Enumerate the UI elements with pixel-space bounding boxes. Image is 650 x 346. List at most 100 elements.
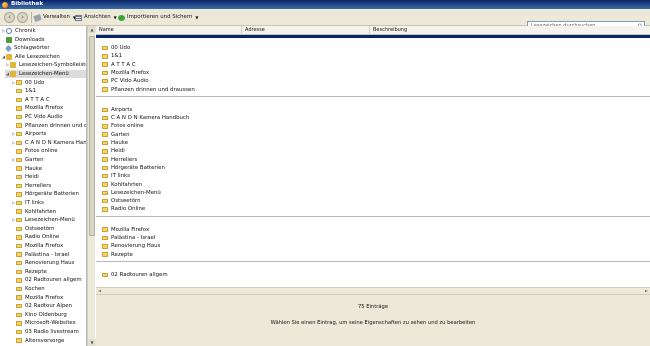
sidebar-item-bookmark-folder[interactable]: ◢ Lesezeichen-Menü: [5, 70, 86, 78]
sidebar-folder-item[interactable]: ▷ Airports: [11, 130, 46, 138]
sidebar-folder-item[interactable]: Mozilla Firefox: [11, 242, 63, 250]
organize-button[interactable]: Verwalten ▼: [33, 13, 76, 22]
folder-icon: [102, 207, 108, 212]
column-header-description[interactable]: Beschreibung: [370, 26, 650, 35]
bookmark-folder-row[interactable]: Airports: [96, 106, 650, 114]
import-label: Importieren und Sichern: [127, 14, 193, 20]
bookmark-folder-row[interactable]: Radio Online: [96, 205, 650, 213]
bookmark-folder-row[interactable]: C A N O N Kamera Handbuch: [96, 114, 650, 122]
dropdown-arrow-icon: ▼: [195, 15, 199, 20]
sidebar-folder-item[interactable]: Mozilla Firefox: [11, 294, 63, 302]
sidebar-item-label: Herrellers: [25, 182, 52, 189]
bookmark-folder-row[interactable]: Heidi: [96, 147, 650, 155]
bookmark-folder-icon: [10, 71, 16, 77]
sidebar-item-label: Kohlfahrten: [25, 208, 57, 215]
sidebar-folder-item[interactable]: Palästina - Israel: [11, 251, 69, 259]
sidebar-folder-item[interactable]: PC Vido Audio: [11, 113, 63, 121]
folder-icon: [102, 54, 108, 59]
scrollbar-thumb[interactable]: [89, 36, 95, 236]
sidebar-item-bookmark-folder[interactable]: ▷ Lesezeichen-Symbolleiste: [5, 61, 86, 69]
import-backup-icon: [118, 14, 125, 21]
sidebar-folder-item[interactable]: 02 Radtouren allgem: [11, 276, 82, 284]
sidebar-folder-item[interactable]: 1&1: [11, 87, 36, 95]
toolbar-separator: [31, 12, 32, 23]
selected-row[interactable]: [96, 35, 650, 38]
sidebar-folder-item[interactable]: Heidi: [11, 173, 39, 181]
column-header-address[interactable]: Adresse: [242, 26, 370, 35]
sidebar-scrollbar[interactable]: ▲ ▼: [87, 26, 96, 346]
sidebar-folder-item[interactable]: ▷ IT links: [11, 199, 44, 207]
sidebar-folder-item[interactable]: Radio Online: [11, 233, 59, 241]
bookmark-folder-row[interactable]: Kohlfahrten: [96, 181, 650, 189]
folder-icon: [16, 217, 22, 223]
sidebar-folder-item[interactable]: Fotos online: [11, 147, 58, 155]
column-header-bar: Name Adresse Beschreibung: [96, 26, 650, 35]
bookmark-folder-row[interactable]: 02 Radtouren allgem: [96, 271, 650, 279]
views-button[interactable]: Ansichten ▼: [75, 13, 117, 22]
bookmark-separator[interactable]: [96, 260, 650, 262]
sidebar-folder-item[interactable]: Herrellers: [11, 182, 51, 190]
bookmark-folder-row[interactable]: Ostseetörn: [96, 197, 650, 205]
sidebar-folder-item[interactable]: ▷ C A N O N Kamera Han...: [11, 139, 86, 147]
scroll-up-arrow-icon[interactable]: ▲: [88, 26, 96, 33]
sidebar-folder-item[interactable]: Rezepte: [11, 268, 47, 276]
bookmark-separator[interactable]: [96, 215, 650, 217]
sidebar-item-label: Palästina - Israel: [25, 251, 70, 258]
bookmark-separator[interactable]: [96, 95, 650, 97]
bookmark-folder-row[interactable]: Mozilla Firefox: [96, 69, 650, 77]
sidebar-folder-item[interactable]: 03 Radio livestream: [11, 328, 79, 336]
bookmark-folder-row[interactable]: Renovierung Haus: [96, 242, 650, 250]
sidebar-folder-item[interactable]: Ostseetörn: [11, 225, 55, 233]
bookmark-folder-row[interactable]: Herrellers: [96, 156, 650, 164]
folder-name: Kohlfahrten: [111, 181, 143, 188]
window-title: Bibliothek: [11, 1, 44, 7]
horizontal-scrollbar[interactable]: ◄ ►: [96, 287, 650, 294]
bookmark-folder-row[interactable]: Mozilla Firefox: [96, 226, 650, 234]
folder-name: Airports: [111, 106, 133, 113]
bookmark-folder-row[interactable]: Pflanzen drinnen und draussen: [96, 86, 650, 94]
sidebar-folder-item[interactable]: Pflanzen drinnen und dr...: [11, 122, 86, 130]
back-arrow-icon[interactable]: ‹: [4, 12, 15, 23]
folder-icon: [102, 173, 108, 179]
folder-name: Heidi: [111, 148, 125, 155]
sidebar-item-download[interactable]: Downloads: [1, 36, 45, 44]
bookmark-folder-row[interactable]: PC Vido Audio: [96, 77, 650, 85]
bookmark-folder-row[interactable]: Fotos online: [96, 122, 650, 130]
sidebar-folder-item[interactable]: Kino Oldenburg: [11, 311, 67, 319]
sidebar-folder-item[interactable]: Altersvorsorge: [11, 337, 64, 345]
bookmark-folder-row[interactable]: Garten: [96, 131, 650, 139]
bookmark-folder-row[interactable]: IT links: [96, 172, 650, 180]
forward-arrow-icon[interactable]: ›: [17, 12, 28, 23]
sidebar-folder-item[interactable]: ▷ 00 Udo: [11, 79, 44, 87]
folder-icon: [102, 62, 108, 67]
sidebar-folder-item[interactable]: 02 Radtour Alpen: [11, 302, 72, 310]
bookmark-folder-row[interactable]: Hörgeräte Batterien: [96, 164, 650, 172]
sidebar-item-clock[interactable]: ▷ Chronik: [1, 27, 36, 35]
sidebar-folder-item[interactable]: Kohlfahrten: [11, 208, 56, 216]
bookmark-folder-row[interactable]: 00 Udo: [96, 44, 650, 52]
sidebar-folder-item[interactable]: Mozilla Firefox: [11, 104, 63, 112]
sidebar-item-star[interactable]: ◢ Alle Lesezeichen: [1, 53, 60, 61]
folder-icon: [16, 192, 22, 197]
column-header-name[interactable]: Name: [96, 26, 242, 35]
sidebar-folder-item[interactable]: Hauke: [11, 165, 42, 173]
sidebar-folder-item[interactable]: ▷ Garten: [11, 156, 44, 164]
bookmark-folder-row[interactable]: Rezepte: [96, 251, 650, 259]
bookmark-folder-row[interactable]: A T T A C: [96, 61, 650, 69]
sidebar-folder-item[interactable]: Kochen: [11, 285, 45, 293]
import-backup-button[interactable]: Importieren und Sichern ▼: [118, 13, 198, 22]
sidebar-item-label: Mozilla Firefox: [25, 243, 64, 249]
sidebar-folder-item[interactable]: Renovierung Haus: [11, 259, 74, 267]
bookmark-folder-row[interactable]: Hauke: [96, 139, 650, 147]
sidebar-folder-item[interactable]: Microsoft-Websites: [11, 319, 76, 327]
sidebar-folder-item[interactable]: Hörgeräte Batterien: [11, 190, 79, 198]
sidebar-item-tag[interactable]: Schlagwörter: [1, 44, 50, 52]
bookmark-folder-row[interactable]: Lesezeichen-Menü: [96, 189, 650, 197]
scroll-down-arrow-icon[interactable]: ▼: [88, 339, 96, 346]
bookmark-folder-row[interactable]: 1&1: [96, 52, 650, 60]
folder-icon: [16, 200, 22, 206]
star-icon: [6, 53, 12, 60]
sidebar-folder-item[interactable]: ▷ Lesezeichen-Menü: [11, 216, 75, 224]
sidebar-folder-item[interactable]: A T T A C: [11, 96, 50, 104]
bookmark-folder-row[interactable]: Palästina - Israel: [96, 234, 650, 242]
